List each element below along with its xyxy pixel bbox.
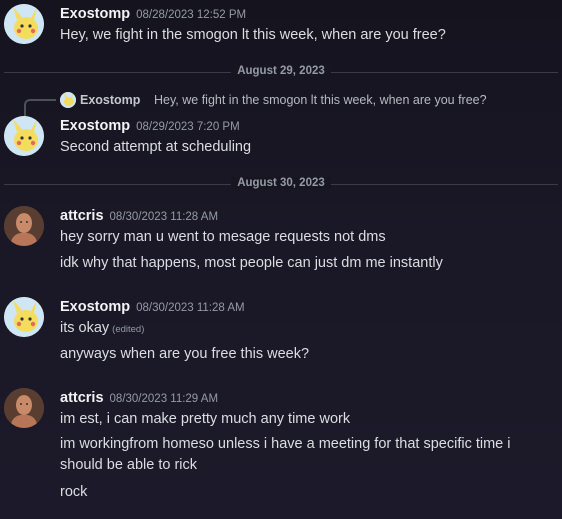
username[interactable]: attcris 08/30/2023 11:29 AM — [60, 390, 218, 406]
date-divider-label: August 30, 2023 — [231, 177, 331, 189]
pikachu-avatar-icon — [60, 92, 76, 108]
reply-preview[interactable]: Exostomp Hey, we fight in the smogon lt … — [24, 88, 562, 119]
message-text: its okay (edited) — [60, 320, 145, 336]
username[interactable]: attcris 08/30/2023 11:28 AM — [60, 208, 218, 224]
timestamp: 08/30/2023 11:28 AM — [109, 211, 219, 223]
message-text: im workingfrom homeso unless i have a me… — [60, 436, 511, 473]
timestamp: 08/30/2023 11:29 AM — [109, 393, 219, 405]
message-text: hey sorry man u went to mesage requests … — [60, 229, 386, 245]
timestamp: 08/28/2023 12:52 PM — [136, 9, 247, 21]
username[interactable]: Exostomp 08/29/2023 7:20 PM — [60, 118, 240, 134]
reply-author[interactable]: Exostomp — [80, 93, 140, 107]
username[interactable]: Exostomp 08/28/2023 12:52 PM — [60, 6, 246, 22]
username[interactable]: Exostomp 08/30/2023 11:28 AM — [60, 299, 245, 315]
timestamp: 08/29/2023 7:20 PM — [136, 121, 240, 133]
pikachu-avatar-icon[interactable] — [4, 116, 44, 156]
edited-label: (edited) — [112, 324, 145, 335]
message-text: anyways when are you free this week? — [60, 346, 310, 362]
message-text: idk why that happens, most people can ju… — [60, 255, 443, 271]
reply-text[interactable]: Hey, we fight in the smogon lt this week… — [154, 93, 487, 107]
date-divider: August 30, 2023 — [4, 177, 558, 191]
pikachu-avatar-icon[interactable] — [4, 4, 44, 44]
person-avatar-icon[interactable] — [4, 206, 44, 246]
date-divider-label: August 29, 2023 — [231, 65, 331, 77]
message-text: Hey, we fight in the smogon lt this week… — [60, 27, 446, 43]
timestamp: 08/30/2023 11:28 AM — [136, 302, 245, 314]
date-divider: August 29, 2023 — [4, 65, 558, 79]
pikachu-avatar-icon[interactable] — [4, 297, 44, 337]
person-avatar-icon[interactable] — [4, 388, 44, 428]
message-text: im est, i can make pretty much any time … — [60, 411, 351, 427]
message-text: rock — [60, 484, 88, 500]
message-text: Second attempt at scheduling — [60, 139, 252, 155]
